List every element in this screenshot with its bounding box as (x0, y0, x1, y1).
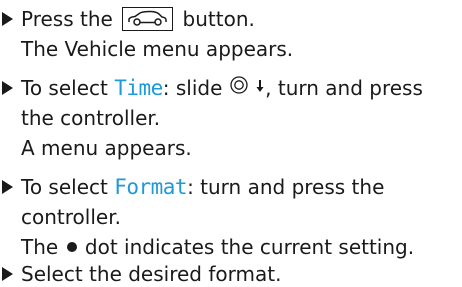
bullet-arrow-icon (2, 267, 13, 281)
step-1-line-1: Press the button. (21, 6, 255, 32)
step-1-line-2: The Vehicle menu appears. (21, 37, 294, 61)
step-2-line-2: the controller. (21, 106, 161, 130)
menu-item-time: Time (114, 76, 163, 100)
step-3-line-3: The dot indicates the current setting. (21, 235, 414, 260)
bullet-arrow-icon (2, 180, 13, 194)
step-2-line-3: A menu appears. (21, 136, 192, 160)
slide-down-arrow-icon (255, 75, 265, 100)
step-1-text-after: button. (176, 7, 255, 31)
vehicle-key-icon (122, 6, 174, 31)
step-3-line-2: controller. (21, 205, 121, 229)
controller-icon (229, 75, 249, 101)
step-3-line-1: To select Format: turn and press the (21, 175, 384, 200)
step-2-text-middle: : slide (162, 76, 229, 100)
step-3-text-after: : turn and press the (187, 175, 385, 199)
bullet-arrow-icon (2, 12, 13, 26)
step-2-text-before: To select (21, 76, 115, 100)
step-1-text-before: Press the (21, 7, 120, 31)
step-2-line-1: To select Time: slide , turn and press (21, 75, 423, 101)
step-3-text-before-dot: The (21, 235, 65, 259)
step-3-text-after-dot: dot indicates the current setting. (78, 235, 415, 259)
step-2-text-after: , turn and press (265, 76, 423, 100)
menu-item-format: Format (114, 175, 188, 199)
bullet-arrow-icon (2, 81, 13, 95)
step-4-line-1: Select the desired format. (21, 262, 282, 286)
dot-icon (66, 241, 77, 252)
step-3-text-before: To select (21, 175, 115, 199)
